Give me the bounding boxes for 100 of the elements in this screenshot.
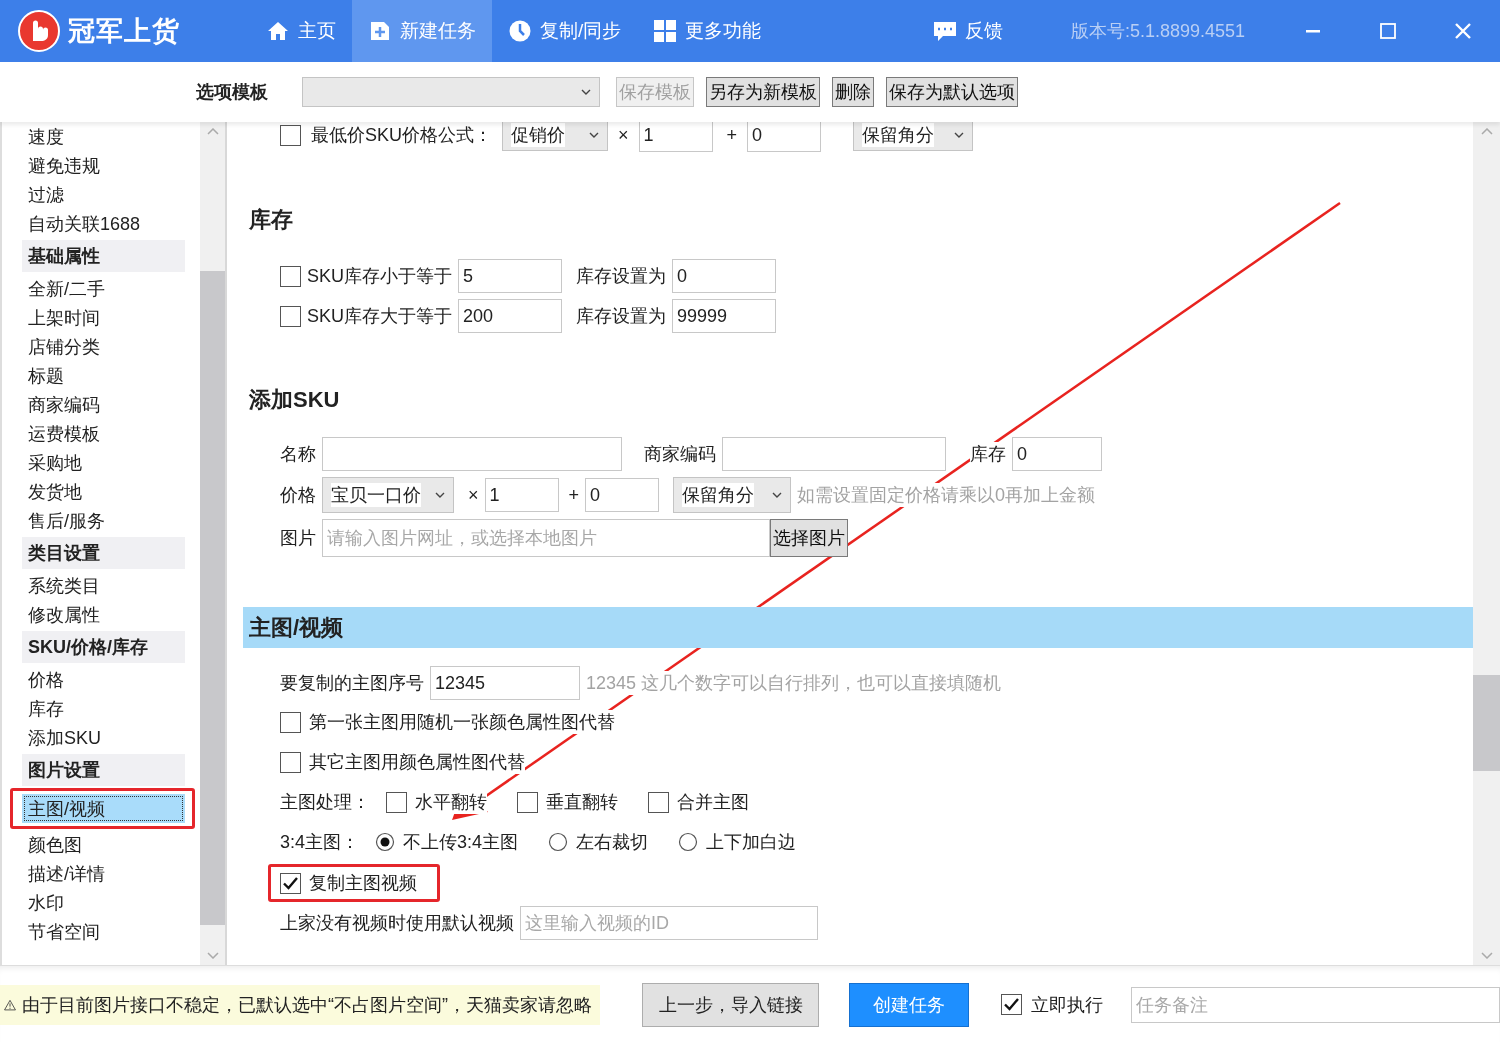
input-field[interactable]: 0: [747, 122, 822, 152]
scroll-down-icon[interactable]: [206, 952, 219, 959]
sidebar-item[interactable]: 售后/服务: [22, 506, 185, 535]
checkbox[interactable]: [280, 872, 301, 894]
sidebar-item[interactable]: 节省空间: [22, 917, 185, 946]
sidebar-item[interactable]: 上架时间: [22, 303, 185, 332]
scroll-up-icon[interactable]: [1480, 128, 1493, 135]
checkbox-label: 其它主图用颜色属性图代替: [309, 750, 525, 774]
sidebar-item[interactable]: 店铺分类: [22, 332, 185, 361]
checkbox[interactable]: [280, 305, 301, 327]
scrollbar-thumb[interactable]: [200, 271, 225, 925]
radio-button[interactable]: [375, 832, 396, 852]
sidebar-item[interactable]: 自动关联1688: [22, 209, 185, 238]
scrollbar-thumb[interactable]: [1473, 675, 1500, 771]
field-label: 价格: [280, 483, 316, 507]
field-label: 库存: [970, 442, 1006, 466]
input-field[interactable]: 5: [458, 259, 562, 293]
field-label: 名称: [280, 442, 316, 466]
field-label: 商家编码: [644, 442, 716, 466]
sidebar-section-header[interactable]: SKU/价格/库存: [22, 631, 185, 663]
sidebar-item[interactable]: 标题: [22, 361, 185, 390]
scroll-down-icon[interactable]: [1480, 952, 1493, 959]
sidebar-item[interactable]: 描述/详情: [22, 859, 185, 888]
input-field[interactable]: 99999: [672, 299, 776, 333]
scroll-up-icon[interactable]: [206, 128, 219, 135]
price-base-dropdown[interactable]: 宝贝一口价: [322, 477, 454, 513]
input-field[interactable]: 0: [585, 478, 660, 512]
section-title: 库存: [248, 206, 294, 234]
nav-tab[interactable]: 复制/同步: [492, 0, 638, 62]
toolbar-button[interactable]: 保存为默认选项: [886, 77, 1018, 107]
caret-icon: [435, 492, 445, 498]
sidebar-item[interactable]: 价格: [22, 665, 185, 694]
toolbar-button[interactable]: 另存为新模板: [706, 77, 820, 107]
input-field[interactable]: 200: [458, 299, 562, 333]
template-label: 选项模板: [196, 81, 268, 104]
choose-image-button[interactable]: 选择图片: [770, 519, 848, 557]
sidebar-section-header[interactable]: 图片设置: [22, 754, 185, 786]
input-field[interactable]: 0: [672, 259, 776, 293]
home-icon: [266, 19, 290, 43]
checkbox[interactable]: [517, 791, 538, 813]
hint-text: 如需设置固定价格请乘以0再加上金额: [797, 483, 1096, 507]
nav-tab[interactable]: 反馈: [916, 0, 1019, 62]
section-title: 主图/视频: [249, 613, 344, 642]
checkbox[interactable]: [280, 751, 301, 773]
checkbox[interactable]: [280, 124, 301, 146]
checkbox-label: 第一张主图用随机一张颜色属性图代替: [309, 710, 615, 734]
sidebar-item[interactable]: 修改属性: [22, 600, 185, 629]
maximize-icon[interactable]: [1379, 23, 1396, 39]
input-field[interactable]: 12345: [430, 666, 580, 700]
input-field[interactable]: [322, 437, 622, 471]
sidebar-item[interactable]: 避免违规: [22, 151, 185, 180]
sidebar-item[interactable]: 商家编码: [22, 390, 185, 419]
nav-tab[interactable]: 主页: [250, 0, 352, 62]
grid-icon: [653, 19, 678, 43]
scrollbar[interactable]: [200, 122, 225, 965]
sidebar-item[interactable]: 库存: [22, 694, 185, 723]
input-field[interactable]: 1: [638, 122, 713, 152]
checkbox[interactable]: [280, 265, 301, 287]
warning-text: 由于目前图片接口不稳定，已默认选中“不占图片空间”，天猫卖家请忽略: [22, 993, 592, 1017]
checkbox[interactable]: [386, 791, 407, 813]
input-field[interactable]: 0: [1012, 437, 1102, 471]
sidebar-item[interactable]: 系统类目: [22, 571, 185, 600]
radio-button[interactable]: [548, 832, 569, 852]
sidebar-item[interactable]: 全新/二手: [22, 274, 185, 303]
minimize-icon[interactable]: [1305, 29, 1320, 33]
sidebar-item[interactable]: 运费模板: [22, 419, 185, 448]
checkbox[interactable]: [1001, 994, 1022, 1015]
nav-tab[interactable]: 更多功能: [637, 0, 778, 62]
sidebar-section-header[interactable]: 基础属性: [22, 240, 185, 272]
input-field[interactable]: 1: [484, 478, 559, 512]
sidebar-item[interactable]: 添加SKU: [22, 723, 185, 752]
sidebar-item[interactable]: 发货地: [22, 477, 185, 506]
price-base-dropdown[interactable]: 促销价: [502, 122, 608, 151]
sidebar-item[interactable]: 水印: [22, 888, 185, 917]
sidebar-item[interactable]: 采购地: [22, 448, 185, 477]
radio-label: 左右裁切: [576, 830, 649, 854]
scrollbar[interactable]: [1473, 122, 1500, 965]
version-label: 版本号:5.1.8899.4551: [1070, 20, 1245, 43]
checkbox[interactable]: [648, 791, 669, 813]
field-label: 图片: [280, 526, 316, 550]
sidebar-section-header[interactable]: 类目设置: [22, 537, 185, 569]
radio-button[interactable]: [678, 832, 699, 852]
logo-icon: [18, 10, 60, 52]
rounding-dropdown[interactable]: 保留角分: [853, 122, 974, 151]
sidebar-item[interactable]: 过滤: [22, 180, 185, 209]
back-button[interactable]: 上一步，导入链接: [642, 982, 819, 1027]
section-title: 添加SKU: [248, 386, 341, 414]
caret-icon: [581, 89, 591, 95]
sidebar-item[interactable]: 主图/视频: [22, 794, 185, 823]
input-field[interactable]: [722, 437, 946, 471]
rounding-dropdown[interactable]: 保留角分: [673, 477, 792, 513]
toolbar-button[interactable]: 删除: [832, 77, 874, 107]
sidebar-item[interactable]: 速度: [22, 122, 185, 151]
checkbox-label: 合并主图: [677, 790, 749, 814]
close-icon[interactable]: [1454, 23, 1471, 39]
sidebar-item[interactable]: 颜色图: [22, 830, 185, 859]
field-label: 要复制的主图序号: [280, 671, 424, 695]
checkbox-label: 水平翻转: [415, 790, 487, 814]
chat-icon: [932, 19, 957, 43]
checkbox[interactable]: [280, 711, 301, 733]
